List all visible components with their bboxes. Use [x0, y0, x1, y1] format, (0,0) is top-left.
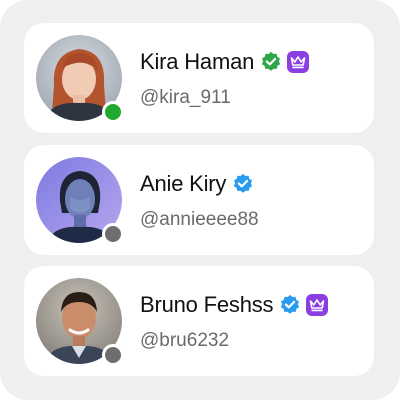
premium-crown-icon [287, 51, 310, 73]
user-name[interactable]: Kira Haman [140, 49, 254, 75]
avatar-container [36, 157, 124, 245]
user-name[interactable]: Bruno Feshss [140, 292, 274, 318]
avatar-container [36, 278, 124, 366]
user-list-panel: Kira Haman @kira_911 Anie Kiry @annieeee… [0, 0, 400, 400]
premium-crown-icon [306, 294, 329, 316]
user-card-anie[interactable]: Anie Kiry @annieeee88 [24, 145, 374, 255]
user-name[interactable]: Anie Kiry [140, 171, 226, 197]
avatar-container [36, 35, 124, 123]
user-card-kira[interactable]: Kira Haman @kira_911 [24, 23, 374, 133]
user-card-bruno[interactable]: Bruno Feshss @bru6232 [24, 266, 374, 376]
offline-status-dot [102, 344, 124, 366]
user-handle[interactable]: @bru6232 [140, 330, 364, 352]
online-status-dot [102, 101, 124, 123]
blue-verified-badge-icon [234, 173, 253, 193]
blue-verified-badge-icon [281, 294, 300, 314]
offline-status-dot [102, 223, 124, 245]
user-handle[interactable]: @annieeee88 [140, 209, 364, 231]
green-verified-badge-icon [261, 51, 281, 71]
user-handle[interactable]: @kira_911 [140, 87, 364, 109]
